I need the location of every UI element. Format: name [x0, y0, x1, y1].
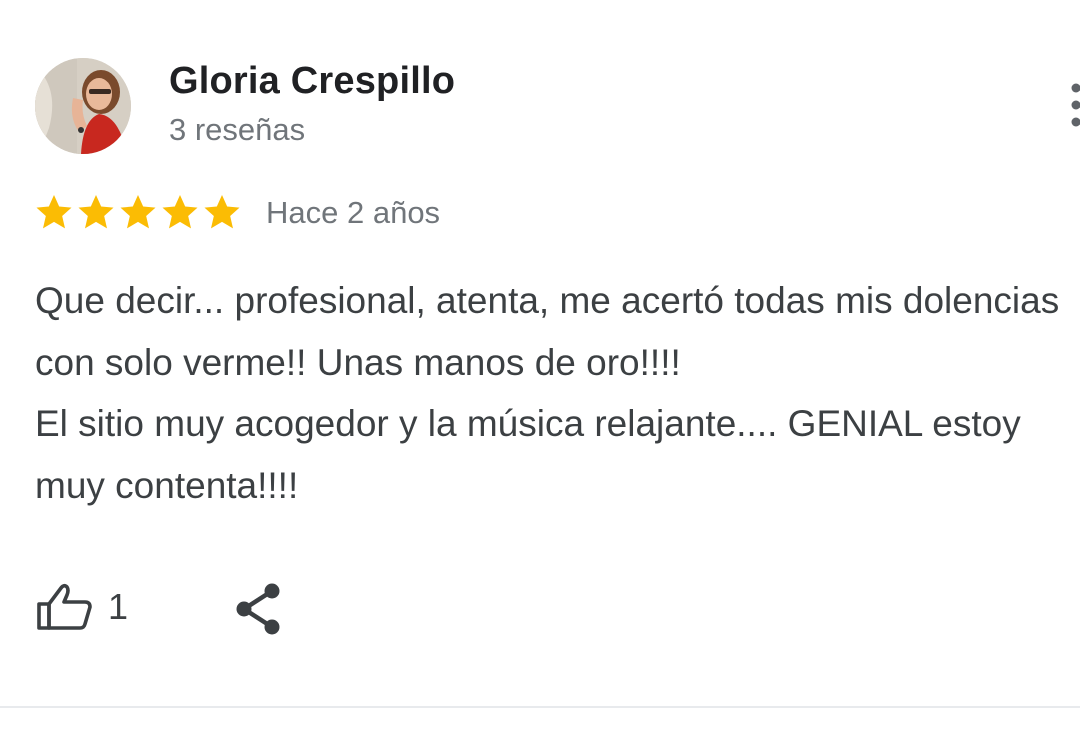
reviewer-name[interactable]: Gloria Crespillo [169, 60, 455, 103]
divider [0, 706, 1080, 708]
avatar-photo [35, 58, 131, 154]
like-count: 1 [108, 586, 129, 627]
star-icon [204, 195, 240, 229]
review-date: Hace 2 años [266, 195, 441, 230]
thumbs-up-icon [37, 583, 92, 630]
star-rating [34, 192, 242, 232]
reviewer-review-count[interactable]: 3 reseñas [169, 112, 305, 148]
star-icon [78, 195, 114, 229]
share-icon[interactable] [234, 582, 284, 636]
star-icon [162, 195, 198, 229]
star-icon [36, 195, 72, 229]
like-button[interactable]: 1 [36, 580, 128, 634]
star-icon [120, 195, 156, 229]
review-text: Que decir... profesional, atenta, me ace… [35, 280, 1060, 506]
review-card: Gloria Crespillo 3 reseñas Hace 2 años Q… [0, 0, 1080, 732]
more-vertical-icon[interactable] [1068, 82, 1080, 128]
reviewer-avatar[interactable] [35, 58, 131, 154]
